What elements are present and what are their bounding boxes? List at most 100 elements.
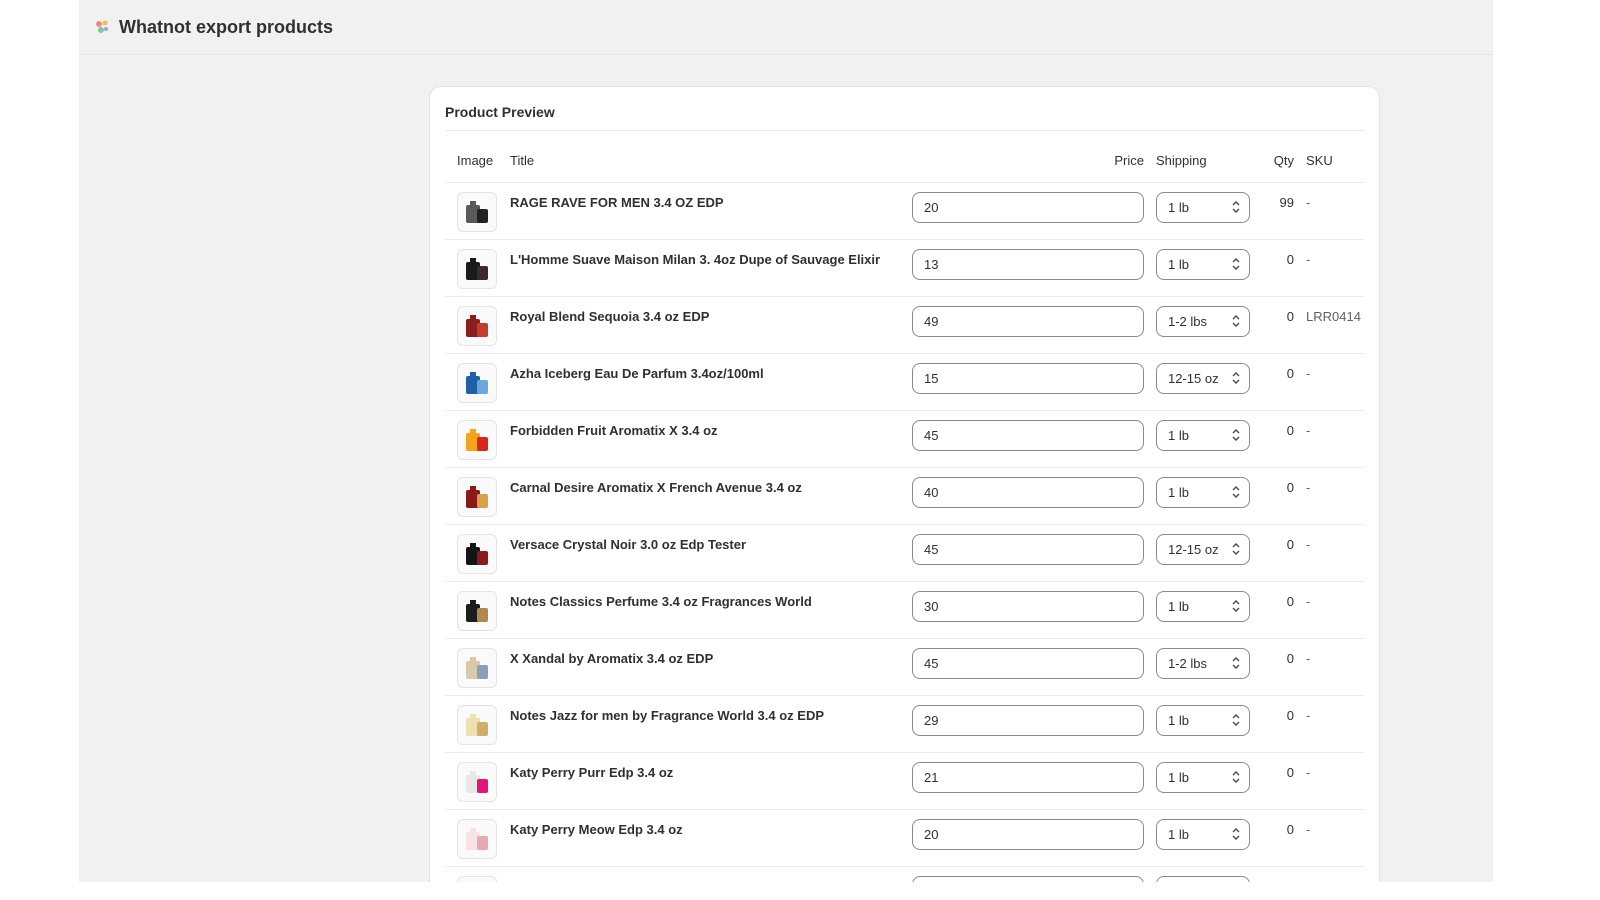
- column-header-sku: SKU: [1300, 139, 1364, 183]
- table-row-9: X Xandal by Aromatix 3.4 oz EDP 1-2 lbs …: [445, 638, 1364, 696]
- shipping-select[interactable]: 1 lb: [1156, 476, 1250, 508]
- app-header: Whatnot export products: [79, 0, 1493, 55]
- shipping-select[interactable]: 12-15 oz: [1156, 533, 1250, 565]
- table-row-5: Forbidden Fruit Aromatix X 3.4 oz 1 lb 0…: [445, 410, 1364, 468]
- sku-value: -: [1306, 707, 1311, 723]
- column-header-price: Price: [912, 139, 1156, 183]
- shipping-select[interactable]: 1 lb: [1156, 419, 1250, 451]
- product-thumbnail: [457, 704, 497, 745]
- table-row-12: Katy Perry Meow Edp 3.4 oz 1 lb 0 -: [445, 809, 1364, 867]
- product-title: RAGE RAVE FOR MEN 3.4 OZ EDP: [510, 194, 724, 210]
- qty-value: 0: [1286, 365, 1294, 381]
- shipping-select[interactable]: 1 lb: [1156, 761, 1250, 793]
- product-image-icon: [466, 485, 488, 508]
- product-title: Carnal Desire Aromatix X French Avenue 3…: [510, 479, 802, 495]
- sku-value: -: [1306, 365, 1311, 381]
- product-image-icon: [466, 542, 488, 565]
- select-chevron-icon: [1232, 771, 1240, 783]
- qty-value: 0: [1286, 593, 1294, 609]
- product-thumbnail: [457, 305, 497, 346]
- product-image-icon: [466, 599, 488, 622]
- table-row-4: Azha Iceberg Eau De Parfum 3.4oz/100ml 1…: [445, 353, 1364, 411]
- price-input[interactable]: [912, 875, 1144, 882]
- product-title: Azha Iceberg Eau De Parfum 3.4oz/100ml: [510, 365, 764, 381]
- sku-value: -: [1306, 764, 1311, 780]
- product-image-icon: [466, 257, 488, 280]
- product-table: Image Title Price Shipping Qty SKU RAGE …: [445, 139, 1364, 882]
- shipping-select[interactable]: 1-2 lbs: [1156, 305, 1250, 337]
- price-input[interactable]: [912, 647, 1144, 679]
- shipping-value: 1 lb: [1168, 826, 1189, 842]
- product-title: Royal Blend Sequoia 3.4 oz EDP: [510, 308, 710, 324]
- product-image-icon: [466, 713, 488, 736]
- qty-value: 0: [1286, 536, 1294, 552]
- product-title: Katy Perry Meow Edp 3.4 oz: [510, 821, 683, 837]
- select-chevron-icon: [1232, 315, 1240, 327]
- select-chevron-icon: [1232, 201, 1240, 213]
- shipping-value: 1 lb: [1168, 484, 1189, 500]
- price-input[interactable]: [912, 362, 1144, 394]
- price-input[interactable]: [912, 704, 1144, 736]
- price-input[interactable]: [912, 533, 1144, 565]
- sku-value: -: [1306, 650, 1311, 666]
- price-input[interactable]: [912, 248, 1144, 280]
- table-row-10: Notes Jazz for men by Fragrance World 3.…: [445, 695, 1364, 753]
- column-header-shipping: Shipping: [1156, 139, 1260, 183]
- shipping-value: 1 lb: [1168, 427, 1189, 443]
- qty-value: 0: [1286, 821, 1294, 837]
- select-chevron-icon: [1232, 828, 1240, 840]
- price-input[interactable]: [912, 191, 1144, 223]
- product-thumbnail: [457, 647, 497, 688]
- sku-value: -: [1306, 194, 1311, 210]
- table-row-13: [445, 866, 1364, 882]
- product-thumbnail: [457, 248, 497, 289]
- sku-value: -: [1306, 593, 1311, 609]
- price-input[interactable]: [912, 590, 1144, 622]
- sku-value: -: [1306, 479, 1311, 495]
- shipping-value: 12-15 oz: [1168, 541, 1219, 557]
- product-title: [510, 876, 912, 879]
- shipping-select[interactable]: [1156, 875, 1250, 882]
- price-input[interactable]: [912, 818, 1144, 850]
- qty-value: 0: [1286, 308, 1294, 324]
- product-image-icon: [466, 827, 488, 850]
- qty-value: 0: [1286, 479, 1294, 495]
- product-thumbnail: [457, 818, 497, 859]
- table-row-1: RAGE RAVE FOR MEN 3.4 OZ EDP 1 lb 99 -: [445, 182, 1364, 240]
- price-input[interactable]: [912, 305, 1144, 337]
- product-image-icon: [466, 428, 488, 451]
- product-thumbnail: [457, 761, 497, 802]
- price-input[interactable]: [912, 419, 1144, 451]
- product-thumbnail: [457, 533, 497, 574]
- price-input[interactable]: [912, 476, 1144, 508]
- sku-value: LRR0414: [1306, 308, 1361, 324]
- select-chevron-icon: [1232, 486, 1240, 498]
- qty-value: 0: [1286, 251, 1294, 267]
- shipping-select[interactable]: 1 lb: [1156, 704, 1250, 736]
- qty-value: 0: [1286, 650, 1294, 666]
- table-row-2: L'Homme Suave Maison Milan 3. 4oz Dupe o…: [445, 239, 1364, 297]
- select-chevron-icon: [1232, 258, 1240, 270]
- shipping-value: 1 lb: [1168, 712, 1189, 728]
- product-preview-card: Product Preview Image Title Price Shippi…: [429, 86, 1380, 882]
- price-input[interactable]: [912, 761, 1144, 793]
- card-title: Product Preview: [445, 87, 1364, 131]
- column-header-title: Title: [510, 139, 912, 183]
- shipping-select[interactable]: 12-15 oz: [1156, 362, 1250, 394]
- shipping-select[interactable]: 1-2 lbs: [1156, 647, 1250, 679]
- shipping-value: 1 lb: [1168, 769, 1189, 785]
- product-image-icon: [462, 881, 492, 883]
- sku-value: -: [1306, 821, 1311, 837]
- shipping-select[interactable]: 1 lb: [1156, 818, 1250, 850]
- shipping-select[interactable]: 1 lb: [1156, 191, 1250, 223]
- select-chevron-icon: [1232, 714, 1240, 726]
- shipping-select[interactable]: 1 lb: [1156, 248, 1250, 280]
- table-row-3: Royal Blend Sequoia 3.4 oz EDP 1-2 lbs 0…: [445, 296, 1364, 354]
- product-thumbnail: [457, 362, 497, 403]
- column-header-qty: Qty: [1260, 139, 1300, 183]
- shipping-select[interactable]: 1 lb: [1156, 590, 1250, 622]
- product-thumbnail: [457, 419, 497, 460]
- product-image-icon: [466, 371, 488, 394]
- qty-value: 0: [1286, 422, 1294, 438]
- table-row-6: Carnal Desire Aromatix X French Avenue 3…: [445, 467, 1364, 525]
